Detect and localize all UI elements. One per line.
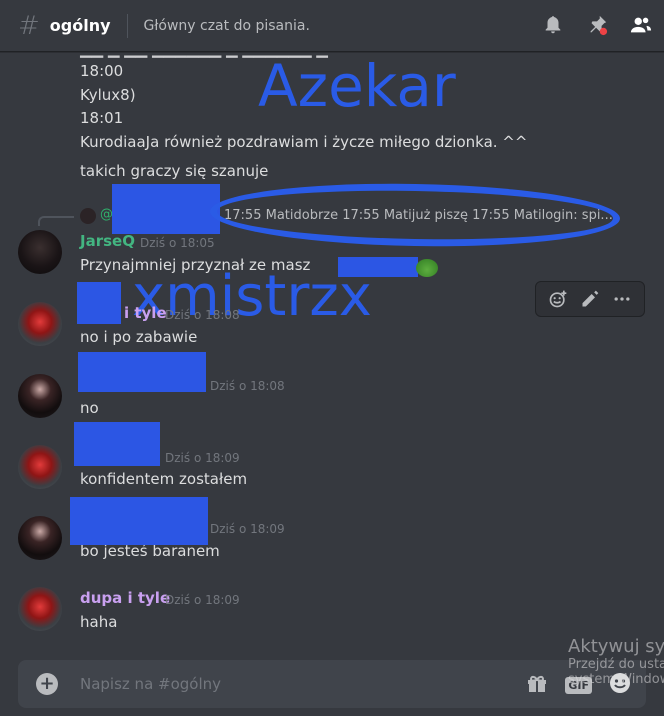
members-icon[interactable] <box>628 12 654 38</box>
bell-icon[interactable] <box>540 12 566 38</box>
timestamp: Dziś o 18:09 <box>165 593 240 607</box>
header-toolbar <box>540 12 654 38</box>
channel-name: ogólny <box>49 16 111 35</box>
username[interactable]: i tyle <box>124 304 167 322</box>
message-list[interactable]: ▁▁ ▁ ▁▁ ▁▁▁▁▁▁ ▁ ▁▁▁▁▁▁ ▁ 18:00 Kylux8) … <box>0 52 664 652</box>
message-composer[interactable]: + Napisz na #ogólny GIF <box>18 660 646 708</box>
redaction-box <box>78 352 206 392</box>
timestamp: Dziś o 18:09 <box>165 451 240 465</box>
avatar[interactable] <box>18 374 62 418</box>
message-text: Kylux8) <box>80 86 136 104</box>
avatar[interactable] <box>18 516 62 560</box>
windows-activation-watermark: Aktywuj sys Przejdź do usta system Windo… <box>568 636 664 687</box>
username[interactable]: JarseQ <box>80 232 135 250</box>
channel-hash-icon: # <box>18 10 40 41</box>
message-text: takich graczy się szanuje <box>80 162 269 180</box>
timestamp: Dziś o 18:05 <box>140 236 215 250</box>
pepe-emoji-icon <box>416 259 438 277</box>
timestamp: Dziś o 18:08 <box>210 379 285 393</box>
channel-header: # ogólny Główny czat do pisania. <box>0 0 664 52</box>
watermark-title: Aktywuj sys <box>568 636 664 657</box>
redaction-box <box>74 422 160 466</box>
username[interactable]: dupa i tyle <box>80 589 170 607</box>
reply-avatar <box>80 208 96 224</box>
plus-icon[interactable]: + <box>36 673 58 695</box>
avatar[interactable] <box>18 230 62 274</box>
redaction-box <box>112 184 220 234</box>
message-actions <box>535 281 645 317</box>
channel-topic: Główny czat do pisania. <box>143 17 310 34</box>
message-text: KurodiaaJa również pozdrawiam i życze mi… <box>80 133 528 151</box>
message-text: no i po zabawie <box>80 328 198 346</box>
message-text: 18:00 <box>80 62 124 80</box>
more-icon[interactable] <box>610 287 634 311</box>
message-text: 18:01 <box>80 109 124 127</box>
redaction-box <box>77 282 121 324</box>
watermark-line: Przejdź do usta <box>568 657 664 672</box>
avatar[interactable] <box>18 445 62 489</box>
watermark-line: system Window <box>568 672 664 687</box>
redaction-box <box>70 497 208 545</box>
annotation-top: Azekar <box>258 52 456 120</box>
timestamp: Dziś o 18:08 <box>165 308 240 322</box>
message-input[interactable]: Napisz na #ogólny <box>80 675 221 693</box>
annotation-ellipse <box>209 180 621 250</box>
pin-icon[interactable] <box>584 12 610 38</box>
header-divider <box>126 13 128 38</box>
avatar[interactable] <box>18 302 62 346</box>
add-reaction-icon[interactable] <box>546 287 570 311</box>
timestamp: Dziś o 18:09 <box>210 522 285 536</box>
edit-icon[interactable] <box>578 287 602 311</box>
reply-spine <box>38 216 74 226</box>
message-text: konfidentem zostałem <box>80 470 248 488</box>
avatar[interactable] <box>18 587 62 631</box>
message-text: no <box>80 399 99 417</box>
gift-icon[interactable] <box>525 671 549 699</box>
message-text: haha <box>80 613 118 631</box>
